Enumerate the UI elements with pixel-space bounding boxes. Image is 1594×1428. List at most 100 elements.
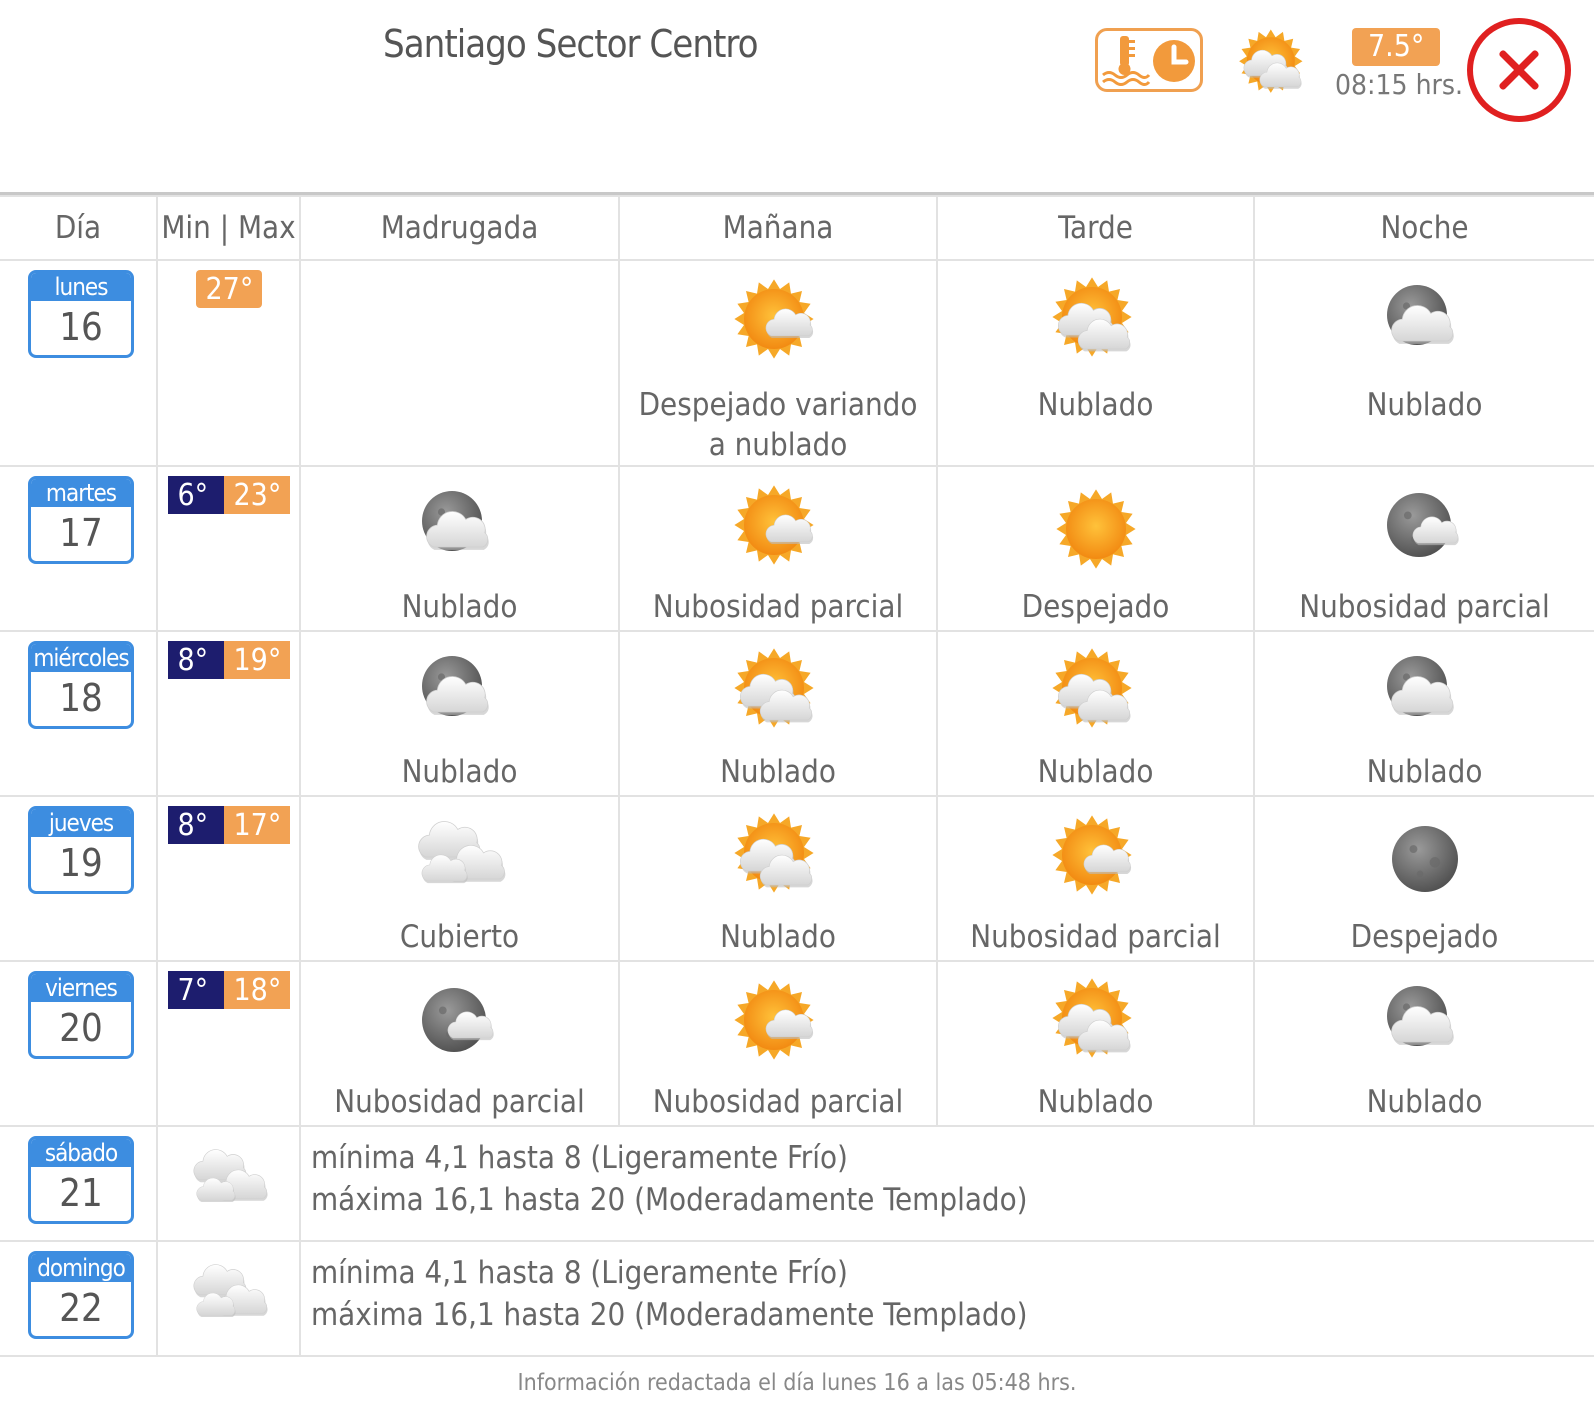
- table-header-row: Día Min | Max Madrugada Mañana Tarde Noc…: [0, 195, 1594, 261]
- period-label: Nublado: [1366, 1084, 1483, 1120]
- period-label: Nublado: [1366, 754, 1483, 790]
- thermometer-clock-icon[interactable]: [1095, 28, 1203, 92]
- calendar-badge: miércoles 18: [28, 641, 134, 729]
- sun-clouds-icon: [1051, 648, 1132, 728]
- period-cell: Despejado: [936, 465, 1255, 632]
- current-temperature: 7.5°: [1352, 28, 1441, 66]
- overcast-icon: [417, 821, 505, 884]
- period-cell: Nublado: [936, 960, 1255, 1127]
- period-label: Despejado: [1350, 919, 1499, 955]
- day-name: lunes: [31, 273, 131, 301]
- weekend-min-line: mínima 4,1 hasta 8 (Ligeramente Frío): [311, 1255, 848, 1291]
- day-name: viernes: [31, 974, 131, 1002]
- temp-range: 7° 18°: [158, 971, 299, 1009]
- footer-note: Información redactada el día lunes 16 a …: [517, 1370, 1077, 1396]
- day-date: 21: [59, 1171, 103, 1215]
- period-cell: Nublado: [936, 259, 1255, 467]
- max-temp: 19°: [223, 641, 290, 679]
- period-label: Despejado: [1021, 589, 1170, 625]
- max-temp: 18°: [223, 971, 290, 1009]
- sun-clouds-icon: [734, 813, 814, 893]
- table-row: domingo 22 mínima 4,1 hasta 8 (Ligerament…: [0, 1240, 1594, 1357]
- day-date: 16: [59, 305, 103, 349]
- column-header-noche: Noche: [1253, 195, 1594, 261]
- period-label: Nublado: [1037, 1084, 1154, 1120]
- period-cell: Despejado: [1253, 795, 1594, 962]
- day-name: miércoles: [31, 644, 131, 672]
- day-date: 22: [59, 1286, 103, 1330]
- calendar-badge: viernes 20: [28, 971, 134, 1059]
- column-header-day: Día: [0, 195, 158, 261]
- table-row: viernes 20 7° 18° Nubosidad parcial Nubosi…: [0, 960, 1594, 1127]
- weekend-max-line: máxima 16,1 hasta 20 (Moderadamente Temp…: [311, 1297, 1028, 1333]
- moon-icon: [1391, 826, 1458, 892]
- weekend-max-line: máxima 16,1 hasta 20 (Moderadamente Temp…: [311, 1182, 1028, 1218]
- day-name: sábado: [31, 1139, 131, 1167]
- column-header-madrugada: Madrugada: [299, 195, 620, 261]
- column-header-minmax: Min | Max: [156, 195, 301, 261]
- min-temp: 6°: [167, 476, 224, 514]
- sun-cloud-icon: [734, 485, 814, 565]
- period-cell-empty: [299, 259, 620, 467]
- min-temp: 8°: [167, 806, 224, 844]
- weekend-min-line: mínima 4,1 hasta 8 (Ligeramente Frío): [311, 1140, 848, 1176]
- moon-clouds-icon: [421, 656, 489, 716]
- min-temp: 8°: [167, 641, 224, 679]
- moon-clouds-icon: [421, 491, 489, 551]
- partly-cloudy-sun-icon: [1234, 26, 1314, 110]
- sun-clouds-icon: [1051, 978, 1132, 1058]
- sun-icon: [1055, 489, 1136, 569]
- period-cell: Nublado: [1253, 960, 1594, 1127]
- table-row: lunes 16 27° Despejado variando a nublado…: [0, 259, 1594, 467]
- calendar-badge: domingo 22: [28, 1251, 134, 1339]
- close-button[interactable]: [1467, 18, 1571, 122]
- period-cell: Nubosidad parcial: [1253, 465, 1594, 632]
- moon-clouds-icon: [1386, 656, 1454, 716]
- period-label: Nublado: [1037, 387, 1154, 423]
- day-name: domingo: [31, 1254, 131, 1282]
- period-cell: Nublado: [299, 465, 620, 632]
- period-cell: Nublado: [618, 795, 938, 962]
- day-date: 18: [59, 676, 103, 720]
- calendar-badge: jueves 19: [28, 806, 134, 894]
- day-date: 20: [59, 1006, 103, 1050]
- period-label: Nublado: [401, 589, 518, 625]
- period-cell: Nublado: [618, 630, 938, 797]
- temp-range: 8° 19°: [158, 641, 299, 679]
- weekend-summary: mínima 4,1 hasta 8 (Ligeramente Frío) máx…: [301, 1242, 1594, 1336]
- min-temp: 7°: [167, 971, 224, 1009]
- max-temp: 23°: [223, 476, 290, 514]
- table-row: jueves 19 8° 17° Cubierto Nublado Nubosida…: [0, 795, 1594, 962]
- period-label: Nubosidad parcial: [1299, 589, 1550, 625]
- day-name: martes: [31, 479, 131, 507]
- period-cell: Nubosidad parcial: [618, 465, 938, 632]
- sun-clouds-icon: [1051, 277, 1132, 357]
- weekend-summary: mínima 4,1 hasta 8 (Ligeramente Frío) máx…: [301, 1127, 1594, 1221]
- temp-range: 27°: [158, 270, 299, 308]
- period-cell: Despejado variando a nublado: [618, 259, 938, 467]
- temp-range: 6° 23°: [158, 476, 299, 514]
- moon-clouds-icon: [1386, 285, 1454, 345]
- column-header-tarde: Tarde: [936, 195, 1255, 261]
- period-cell: Nublado: [299, 630, 620, 797]
- moon-cloud-icon: [1386, 493, 1459, 557]
- page-title: Santiago Sector Centro: [383, 22, 759, 66]
- table-row: martes 17 6° 23° Nublado Nubosidad parcial…: [0, 465, 1594, 632]
- forecast-table: Día Min | Max Madrugada Mañana Tarde Noc…: [0, 195, 1594, 1357]
- table-row: sábado 21 mínima 4,1 hasta 8 (Ligeramente…: [0, 1125, 1594, 1242]
- overcast-icon: [193, 1264, 268, 1317]
- moon-cloud-icon: [421, 988, 494, 1052]
- period-cell: Nubosidad parcial: [299, 960, 620, 1127]
- column-header-manana: Mañana: [618, 195, 938, 261]
- sun-cloud-icon: [734, 279, 814, 359]
- day-date: 19: [59, 841, 103, 885]
- calendar-badge: martes 17: [28, 476, 134, 564]
- calendar-badge: lunes 16: [28, 270, 134, 358]
- day-name: jueves: [31, 809, 131, 837]
- day-date: 17: [59, 511, 103, 555]
- period-label: Nublado: [1366, 387, 1483, 423]
- table-row: miércoles 18 8° 19° Nublado Nublado Nublad…: [0, 630, 1594, 797]
- sun-cloud-icon: [734, 980, 814, 1060]
- period-label: Nubosidad parcial: [652, 589, 904, 625]
- sun-clouds-icon: [734, 648, 814, 728]
